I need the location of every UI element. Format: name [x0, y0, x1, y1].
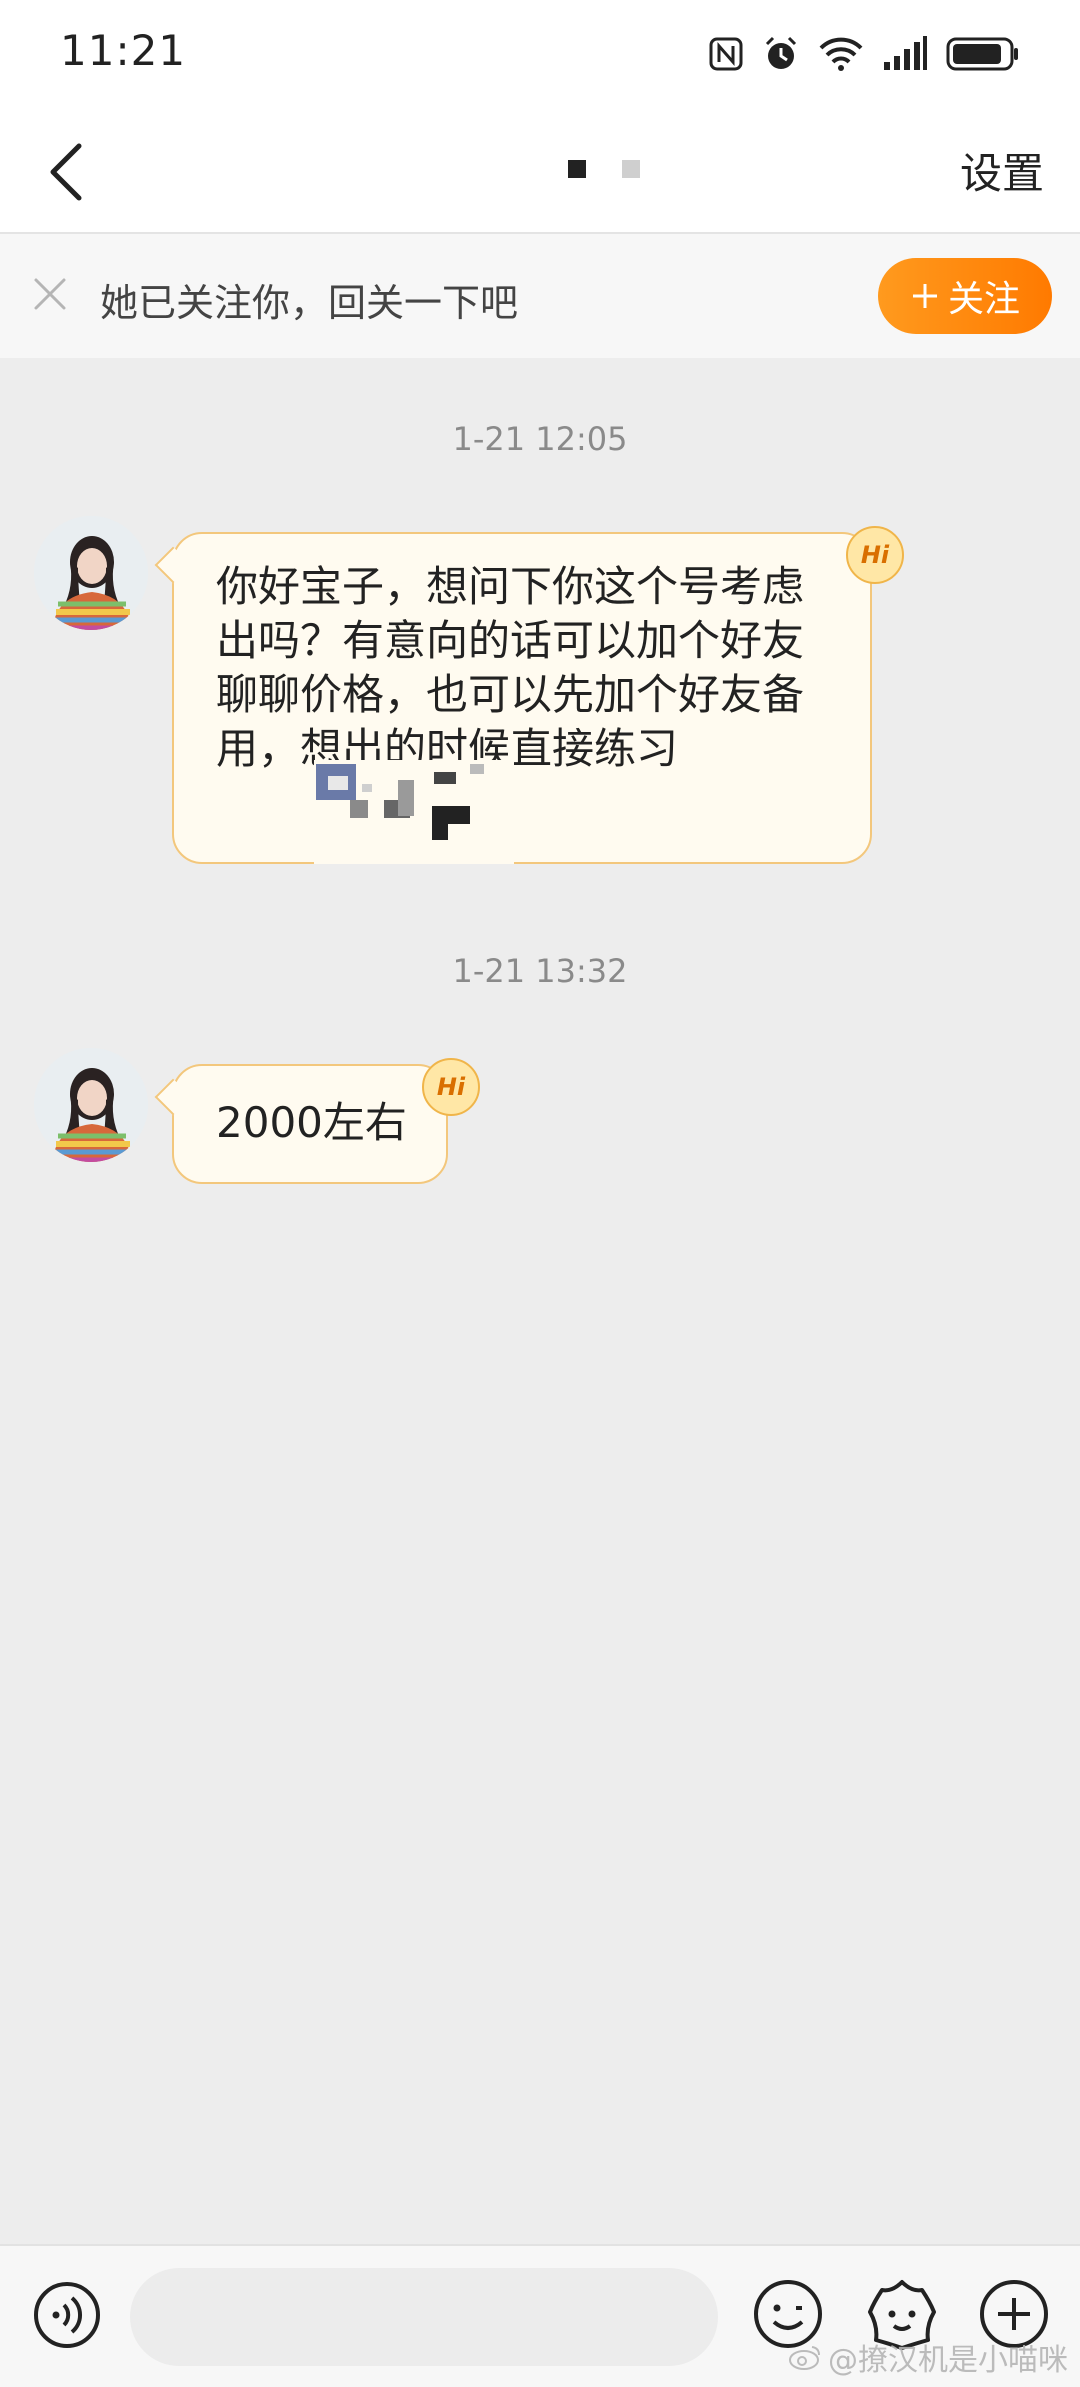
message-timestamp: 1-21 13:32 [452, 952, 628, 990]
follow-banner: 她已关注你，回关一下吧 关注 [0, 234, 1080, 358]
banner-text: 她已关注你，回关一下吧 [100, 281, 519, 325]
page-indicator [568, 160, 640, 178]
message-input[interactable] [130, 2268, 718, 2366]
hi-badge: Hi [422, 1058, 480, 1116]
input-bar: @撩汉机是小喵咪 [0, 2244, 1080, 2387]
message-bubble[interactable]: 你好宝子，想问下你这个号考虑出吗？有意向的话可以加个好友聊聊价格，也可以先加个好… [154, 526, 904, 864]
battery-icon [946, 37, 1018, 71]
watermark: @撩汉机是小喵咪 [788, 2335, 1068, 2379]
plus-small-icon [912, 284, 937, 308]
close-icon[interactable] [30, 274, 70, 314]
message-text: 你好宝子，想问下你这个号考虑出吗？有意向的话可以加个好友聊聊价格，也可以先加个好… [216, 562, 805, 773]
signal-icon [884, 36, 927, 70]
hi-badge: Hi [846, 526, 904, 584]
nfc-icon [709, 37, 743, 71]
chat-area: 1-21 12:05 你好宝子，想问下你这个号考虑出吗？有意向的话可以加个好友聊… [0, 358, 1080, 2244]
avatar[interactable] [34, 516, 148, 630]
page-dot-inactive [622, 160, 640, 178]
page-dot-active [568, 160, 586, 178]
status-icons [708, 30, 1020, 78]
status-time: 11:21 [60, 26, 187, 75]
message-timestamp: 1-21 12:05 [452, 420, 628, 458]
watermark-text: @撩汉机是小喵咪 [828, 2343, 1068, 2378]
weibo-icon [789, 2346, 820, 2370]
message-bubble[interactable]: 2000左右 Hi [154, 1058, 480, 1184]
nav-bar: 设置 [0, 112, 1080, 234]
back-button[interactable] [30, 134, 100, 210]
alarm-icon [765, 36, 797, 69]
wifi-icon [819, 37, 863, 71]
avatar[interactable] [34, 1048, 148, 1162]
voice-icon[interactable] [32, 2280, 102, 2350]
mosaic-redaction [314, 760, 514, 864]
status-bar: 11:21 [0, 0, 1080, 112]
follow-button-label: 关注 [947, 279, 1020, 320]
message-text: 2000左右 [216, 1098, 407, 1147]
chevron-left-icon [50, 143, 82, 201]
settings-button[interactable]: 设置 [960, 140, 1044, 201]
follow-button[interactable]: 关注 [878, 258, 1052, 334]
